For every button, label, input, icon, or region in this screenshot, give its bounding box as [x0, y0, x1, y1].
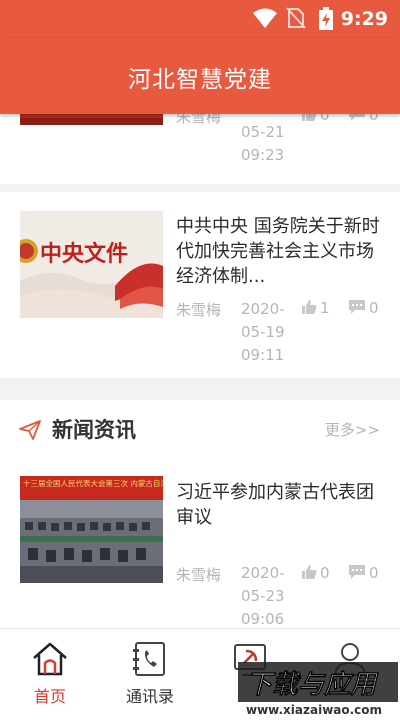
comment-count-value: 0	[369, 564, 379, 582]
comment-count-value: 0	[369, 299, 379, 317]
article-thumbnail: 中央文件	[20, 211, 163, 318]
section-gap	[0, 378, 400, 400]
phone-book-icon	[133, 642, 165, 676]
news-author: 朱雪梅	[176, 566, 222, 584]
like-count-value: 1	[320, 299, 330, 317]
comment-count[interactable]: 0	[348, 564, 379, 582]
tab-label: 首页	[33, 687, 66, 706]
news-thumbnail: 十三届全国人民代表大会第三次 内蒙古自治区代表团全体会议	[20, 476, 163, 583]
banner-text: 中央文件	[40, 241, 128, 267]
news-item[interactable]: 十三届全国人民代表大会第三次 内蒙古自治区代表团全体会议 习近平参加内蒙古代表团…	[0, 460, 400, 628]
like-count[interactable]: 1	[301, 299, 330, 317]
section-title: 新闻资讯	[52, 418, 136, 442]
banner-text: 十三届全国人民代表大会第三次 内蒙古自治区代表团全体会议	[23, 478, 163, 488]
like-count-value: 0	[320, 564, 330, 582]
like-count[interactable]: 0	[301, 564, 330, 582]
divider	[0, 184, 400, 192]
article-date: 2020-05-19 09:11	[241, 300, 285, 364]
tab-home[interactable]: 首页	[0, 629, 100, 721]
status-bar: 9:29	[0, 0, 400, 38]
comment-icon	[349, 300, 365, 314]
news-title[interactable]: 习近平参加内蒙古代表团审议	[176, 480, 381, 530]
article-title[interactable]: 中共中央 国务院关于新时代加快完善社会主义市场经济体制...	[176, 214, 381, 289]
watermark-text: 下载与应用	[246, 670, 379, 700]
article-item[interactable]: 中央文件 中共中央 国务院关于新时代加快完善社会主义市场经济体制... 朱雪梅 …	[0, 192, 400, 378]
clock: 9:29	[340, 8, 388, 30]
battery-charging-icon	[319, 7, 333, 30]
comment-icon	[349, 565, 365, 579]
thumbs-up-icon	[302, 565, 317, 579]
tab-label: 通讯录	[125, 687, 174, 706]
article-author: 朱雪梅	[176, 301, 222, 319]
thumbs-up-icon	[302, 300, 317, 314]
watermark-url: www.xiazaiwao.com	[246, 703, 382, 717]
news-date: 2020-05-23 09:06	[241, 564, 285, 628]
home-icon	[33, 642, 67, 676]
watermark-logo: 下载与应用 www.xiazaiwao.com	[238, 662, 398, 718]
news-section-header: 新闻资讯 更多>>	[0, 400, 400, 460]
app-title: 河北智慧党建	[128, 67, 272, 93]
more-link[interactable]: 更多>>	[325, 419, 380, 440]
tab-contacts[interactable]: 通讯录	[100, 629, 200, 721]
wifi-icon	[253, 8, 277, 28]
no-sim-icon	[286, 7, 306, 29]
app-header: 河北智慧党建	[0, 38, 400, 114]
paper-plane-icon	[19, 420, 41, 440]
comment-count[interactable]: 0	[348, 299, 379, 317]
